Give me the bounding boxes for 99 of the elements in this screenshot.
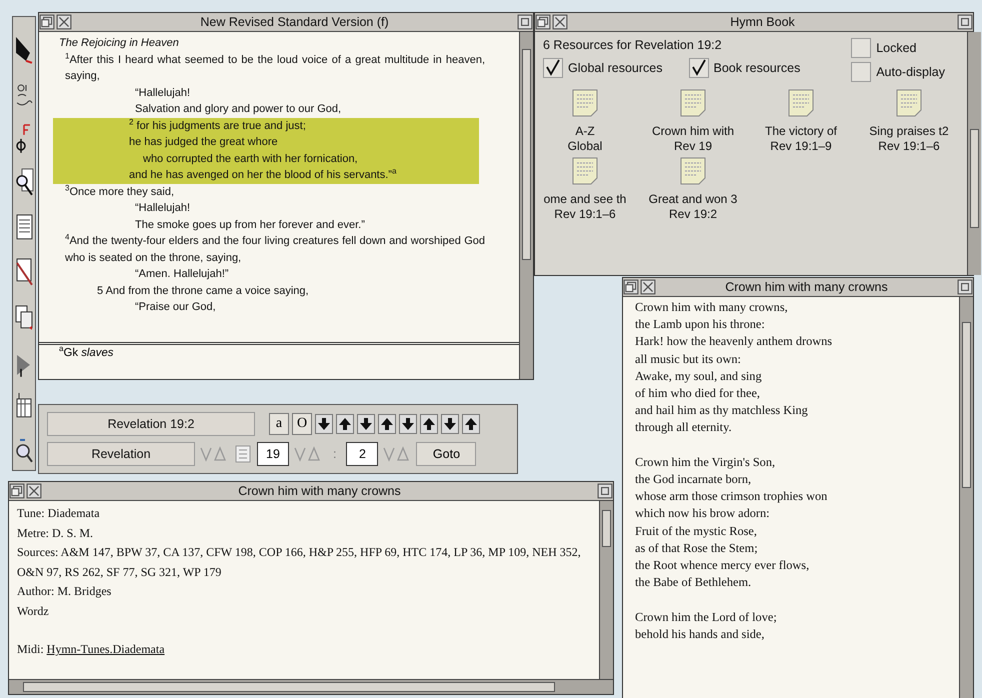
- verse-field[interactable]: 2: [346, 442, 378, 466]
- arrow-up-icon[interactable]: [336, 414, 354, 434]
- resource-reference: Rev 19: [674, 139, 712, 154]
- hymn-line: Crown him the Lord of love;: [635, 608, 778, 626]
- section-heading: The Rejoicing in Heaven: [59, 36, 180, 51]
- arrow-up-icon[interactable]: [378, 414, 396, 434]
- resource-reference: Rev 19:1–6: [878, 139, 940, 154]
- info-line: Tune: Diademata: [17, 505, 101, 522]
- toggle-size-icon[interactable]: [957, 14, 973, 30]
- verse-line: Salvation and glory and power to our God,: [134, 102, 342, 117]
- format-toggle[interactable]: O: [292, 412, 312, 435]
- arrow-up-icon[interactable]: [420, 414, 438, 434]
- resource-name[interactable]: Great and won 3: [648, 192, 738, 207]
- checkbox-label[interactable]: Auto-display: [876, 65, 945, 79]
- checkbox-label[interactable]: Global resources: [568, 61, 662, 75]
- toggle-size-icon[interactable]: [517, 14, 533, 30]
- hymn-line: which now his brow adorn:: [635, 505, 771, 522]
- hymn-line: the God incarnate born,: [635, 471, 752, 488]
- verse-line: “Hallelujah!: [134, 201, 192, 216]
- verse-line: “Hallelujah!: [134, 86, 192, 100]
- resource-name[interactable]: ome and see th: [544, 192, 626, 207]
- hymn-line: Awake, my soul, and sing: [635, 368, 763, 385]
- close-icon[interactable]: [26, 483, 42, 499]
- title-bar[interactable]: New Revised Standard Version (f): [39, 13, 533, 32]
- toggle-size-icon[interactable]: [597, 483, 613, 499]
- title-bar[interactable]: Crown him with many crowns: [623, 278, 973, 297]
- horizontal-scrollbar[interactable]: [9, 679, 613, 694]
- verse-line: 5 And from the throne came a voice saying,: [96, 284, 310, 298]
- title-bar[interactable]: Hymn Book: [535, 13, 973, 32]
- verse-line: $^{1}$After this I heard what seemed to be the loud voice of a great multitude in heaven, saying,: [64, 52, 485, 84]
- close-icon[interactable]: [552, 14, 568, 30]
- hymn-line: of him who died for thee,: [635, 385, 761, 402]
- resource-summary: 6 Resources for Revelation 19:2: [543, 38, 723, 52]
- window-title: New Revised Standard Version (f): [199, 15, 390, 29]
- format-toggle[interactable]: a: [269, 412, 289, 435]
- checkbox-label[interactable]: Book resources: [714, 61, 800, 75]
- arrow-down-icon[interactable]: [357, 414, 375, 434]
- window-title: Hymn Book: [729, 15, 796, 29]
- footnote-text: $^{a}$Gk slaves: [59, 347, 114, 359]
- hymn-line: the Root whence mercy ever flows,: [635, 557, 810, 574]
- hymn-line: Crown him the Virgin's Son,: [635, 454, 776, 471]
- close-icon[interactable]: [56, 14, 72, 30]
- window-title: Crown him with many crowns: [237, 484, 402, 498]
- info-line: Sources: A&M 147, BPW 37, CA 137, CFW 198, COP 166, H&P 255, HFP 69, HTC 174, LP 36, MP 109, NEH 352, O&N 97, RS 262, SF 77, SG 321, WP 179: [17, 544, 582, 580]
- resource-name[interactable]: The victory of: [764, 124, 838, 139]
- resource-reference: Global: [568, 139, 602, 154]
- checkbox[interactable]: [851, 38, 872, 58]
- resource-name[interactable]: Sing praises t2: [869, 124, 949, 139]
- goto-button[interactable]: Goto: [416, 442, 476, 466]
- midi-link[interactable]: Hymn-Tunes.Diademata: [46, 642, 165, 656]
- resource-name[interactable]: A-Z: [575, 124, 595, 139]
- resource-name[interactable]: Crown him with: [652, 124, 734, 139]
- hymn-line: the Babe of Bethlehem.: [635, 574, 752, 592]
- midi-line: Midi: Hymn-Tunes.Diademata: [17, 641, 166, 658]
- hymn-line: Hark! how the heavenly anthem drowns: [635, 333, 834, 350]
- back-icon[interactable]: [623, 279, 639, 295]
- verse-line: The smoke goes up from her forever and ever.”: [134, 218, 366, 232]
- vertical-scrollbar[interactable]: [959, 297, 973, 698]
- separator-label: :: [332, 447, 338, 462]
- info-line: Wordz: [17, 602, 50, 620]
- hymn-line: Fruit of the mystic Rose,: [635, 522, 758, 540]
- back-icon[interactable]: [39, 14, 55, 30]
- back-icon[interactable]: [535, 14, 551, 30]
- arrow-down-icon[interactable]: [399, 414, 417, 434]
- vertical-scrollbar[interactable]: [599, 501, 613, 679]
- reference-display: Revelation 19:2: [47, 412, 255, 436]
- checkbox-label[interactable]: Locked: [876, 41, 917, 55]
- arrow-down-icon[interactable]: [315, 414, 333, 434]
- checkbox[interactable]: [543, 58, 563, 78]
- hymn-line: and hail him as thy matchless King: [635, 402, 809, 420]
- checkbox[interactable]: [688, 58, 708, 78]
- chapter-field[interactable]: 19: [257, 442, 289, 466]
- arrow-up-icon[interactable]: [462, 414, 480, 434]
- resource-reference: Rev 19:1–9: [770, 139, 832, 154]
- hymn-line: the Lamb upon his throne:: [635, 316, 766, 334]
- resource-reference: Rev 19:1–6: [554, 207, 616, 222]
- title-bar[interactable]: Crown him with many crowns: [9, 482, 613, 501]
- hymn-line: Crown him with many crowns,: [635, 299, 789, 316]
- checkbox[interactable]: [851, 62, 872, 82]
- book-selector[interactable]: Revelation: [47, 442, 195, 466]
- toggle-size-icon[interactable]: [957, 279, 973, 295]
- hymn-line: through all eternity.: [635, 419, 733, 436]
- hymn-line: whose arm those crimson trophies won: [635, 488, 828, 506]
- verse-line: $^{3}$Once more they said,: [64, 184, 176, 200]
- vertical-scrollbar[interactable]: [967, 32, 981, 275]
- close-icon[interactable]: [640, 279, 656, 295]
- vertical-scrollbar[interactable]: [519, 32, 533, 379]
- hymn-line: all music but its own:: [635, 350, 742, 368]
- hymn-line: as of that Rose the Stem;: [635, 540, 759, 557]
- info-line: Metre: D. S. M.: [17, 524, 94, 542]
- verse-line: “Amen. Hallelujah!”: [134, 267, 230, 282]
- back-icon[interactable]: [9, 483, 25, 499]
- hymn-line: behold his hands and side,: [635, 626, 766, 643]
- info-line: Author: M. Bridges: [17, 583, 112, 600]
- arrow-down-icon[interactable]: [441, 414, 459, 434]
- window-title: Crown him with many crowns: [724, 280, 889, 294]
- verse-line: “Praise our God,: [134, 300, 217, 315]
- verse-line: $^{4}$And the twenty-four elders and the four living creatures fell down and worshiped God who is seated on the throne, saying,: [64, 233, 485, 266]
- resource-reference: Rev 19:2: [668, 207, 718, 222]
